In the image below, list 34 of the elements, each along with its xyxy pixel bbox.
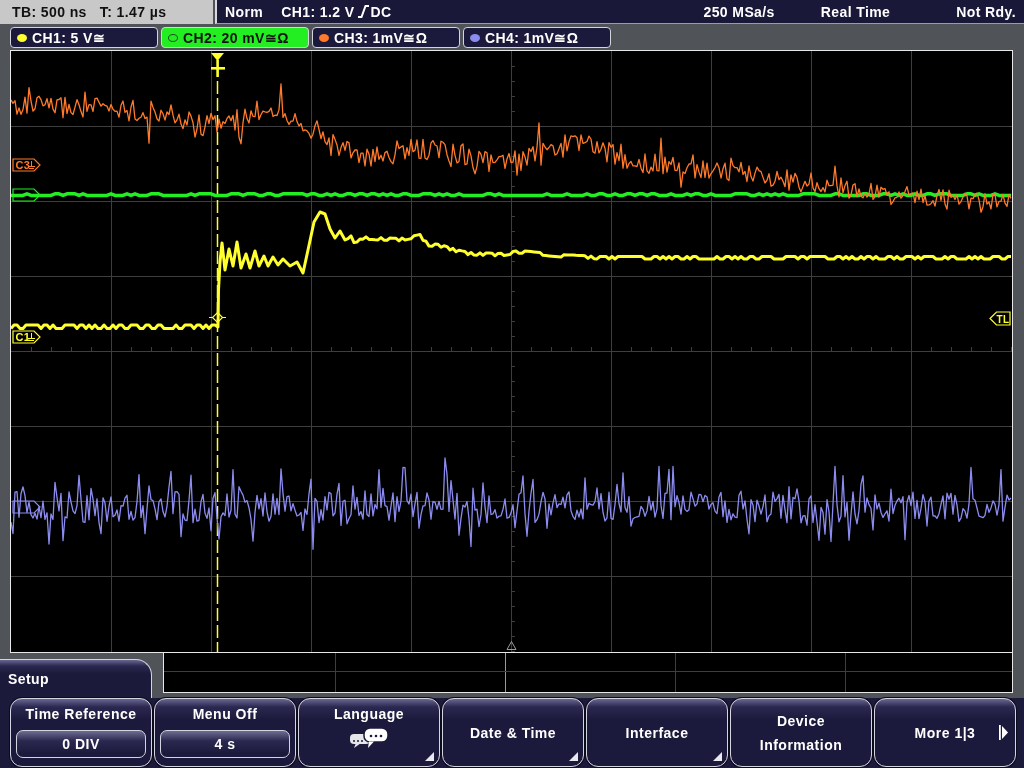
marker-label: TL (996, 313, 1010, 325)
corner-triangle-icon (569, 752, 578, 761)
channel-tab[interactable]: CH2: 20 mV≅Ω (161, 27, 309, 48)
softkey-button[interactable]: Interface (586, 698, 728, 767)
sample-rate-text: 250 MSa/s (703, 3, 775, 20)
marker-label: C1 (15, 331, 31, 343)
trigger-time-text: T: 1.47 µs (99, 4, 167, 20)
softkey-button[interactable]: Device Information (730, 698, 872, 767)
marker-label: C3 (15, 159, 31, 171)
menu-title: Setup (0, 659, 152, 698)
trigger-level-text: CH1: 1.2 V (281, 3, 355, 20)
acquisition-mode-text: Real Time (820, 3, 891, 20)
channel-tab[interactable]: CH1: 5 V≅ (10, 27, 158, 48)
softkey-button[interactable]: Date & Time (442, 698, 584, 767)
status-text: Not Rdy. (956, 3, 1016, 20)
corner-triangle-icon (425, 752, 434, 761)
triangle-cross-icon (211, 53, 225, 77)
trigger-coupling-text: DC (370, 3, 392, 20)
softkey-button[interactable]: More 1|3 (874, 698, 1016, 767)
softkey-button[interactable]: Menu Off 4 s (154, 698, 296, 767)
trigger-mode-text: Norm (225, 3, 264, 20)
softkey-button[interactable]: Time Reference 0 DIV (10, 698, 152, 767)
value-display[interactable]: 0 DIV (16, 730, 146, 758)
corner-triangle-icon (713, 752, 722, 761)
rising-edge-icon (358, 5, 370, 18)
timebase-text: TB: 500 ns (12, 4, 87, 20)
value-display[interactable]: 4 s (160, 730, 290, 758)
softkey-button[interactable]: Language (298, 698, 440, 767)
up-triangle-icon (506, 641, 517, 650)
channel-tab[interactable]: CH4: 1mV≅Ω (463, 27, 611, 48)
diamond-icon (208, 311, 227, 324)
speech-bubbles-icon (349, 727, 389, 749)
right-arrow-icon (999, 725, 1008, 740)
channel-tab[interactable]: CH3: 1mV≅Ω (312, 27, 460, 48)
